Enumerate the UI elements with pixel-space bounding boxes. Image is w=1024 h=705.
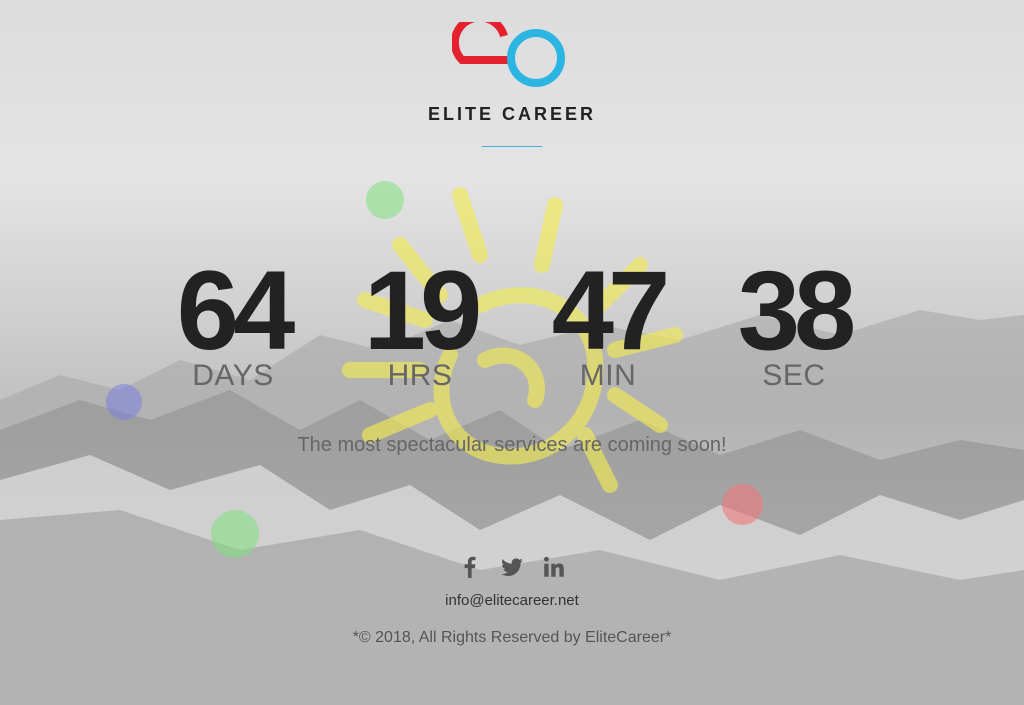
decorative-green-dot [366,181,404,219]
countdown-minutes: 47 MIN [518,255,698,393]
countdown-seconds-value: 38 [737,248,857,373]
countdown-days-label: DAYS [192,359,274,392]
linkedin-icon[interactable] [541,554,567,580]
facebook-icon[interactable] [457,554,483,580]
contact-email[interactable]: info@elitecareer.net [0,592,1024,609]
twitter-icon[interactable] [499,554,525,580]
social-links [0,554,1024,585]
countdown-minutes-label: MIN [579,359,637,392]
countdown-seconds: 38 SEC [704,255,884,393]
countdown-hours: 19 HRS [330,255,510,393]
countdown-hours-label: HRS [387,359,453,392]
elite-career-logo [452,22,565,87]
brand-name: ELITE CAREER [427,104,596,124]
countdown-timer: 64 DAYS 19 HRS 47 MIN 38 SEC [0,255,1024,405]
countdown-seconds-label: SEC [762,359,826,392]
copyright-text: *© 2018, All Rights Reserved by EliteCar… [352,629,672,646]
countdown-days-value: 64 [176,248,296,373]
countdown-minutes-value: 47 [551,248,671,373]
coming-soon-tagline: The most spectacular services are coming… [297,434,727,456]
header-divider [482,146,542,147]
countdown-days: 64 DAYS [143,255,323,393]
countdown-hours-value: 19 [363,248,483,373]
decorative-red-dot [722,484,763,525]
decorative-green-dot [211,510,259,558]
site-header: ELITE CAREER [0,22,1024,147]
